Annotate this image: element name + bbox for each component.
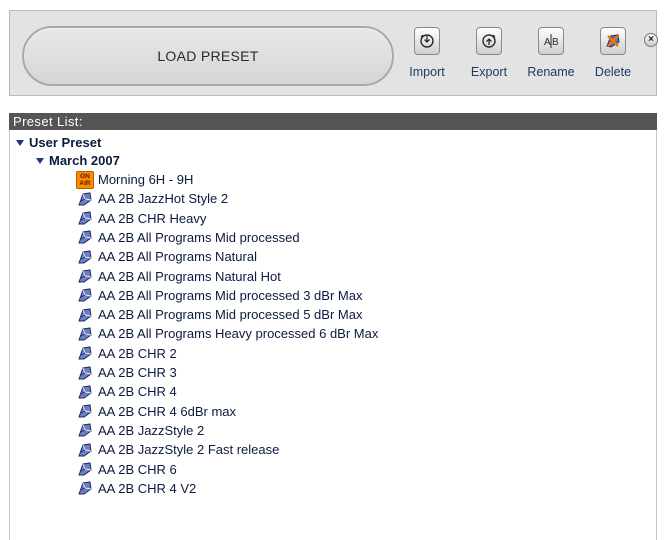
preset-icon bbox=[78, 327, 92, 341]
preset-item-label: AA 2B All Programs Mid processed 5 dBr M… bbox=[98, 307, 363, 323]
on-air-icon: ON AIR bbox=[76, 170, 94, 189]
preset-item-label: AA 2B CHR 4 6dBr max bbox=[98, 403, 236, 419]
preset-item-label: AA 2B CHR 3 bbox=[98, 365, 177, 380]
preset-icon bbox=[78, 250, 92, 264]
preset-icon bbox=[78, 423, 92, 437]
tree-root-label: User Preset bbox=[29, 135, 102, 150]
tree-folder-march-2007[interactable]: March 2007 bbox=[36, 151, 120, 170]
svg-text:B: B bbox=[552, 37, 559, 48]
preset-item-label: AA 2B All Programs Natural bbox=[98, 249, 257, 265]
preset-list-item[interactable]: AA 2B CHR 4 V2 bbox=[76, 479, 196, 498]
rename-button[interactable]: A B Rename bbox=[521, 24, 581, 94]
preset-item-label: Morning 6H - 9H bbox=[98, 172, 194, 187]
svg-text:A: A bbox=[544, 37, 551, 48]
preset-icon bbox=[78, 462, 92, 476]
rename-icon: A B bbox=[538, 27, 564, 55]
preset-list-item[interactable]: AA 2B JazzStyle 2 bbox=[76, 421, 204, 440]
preset-icon bbox=[78, 308, 92, 322]
preset-list-item[interactable]: AA 2B CHR 2 bbox=[76, 344, 177, 363]
delete-icon bbox=[600, 27, 626, 55]
load-preset-label: LOAD PRESET bbox=[157, 48, 259, 64]
preset-icon bbox=[78, 443, 92, 457]
rename-label: Rename bbox=[527, 65, 575, 79]
preset-icon bbox=[78, 365, 92, 379]
load-preset-button[interactable]: LOAD PRESET bbox=[22, 26, 394, 86]
preset-icon bbox=[78, 346, 92, 360]
preset-item-label: AA 2B CHR 6 bbox=[98, 461, 177, 477]
export-icon bbox=[476, 27, 502, 55]
toolbar: LOAD PRESET Import Export A B Rename Del… bbox=[9, 10, 658, 96]
close-button[interactable]: × bbox=[644, 33, 658, 47]
preset-list-item[interactable]: AA 2B All Programs Mid processed 5 dBr M… bbox=[76, 305, 362, 324]
preset-list-item[interactable]: AA 2B JazzHot Style 2 bbox=[76, 189, 228, 208]
preset-list-item[interactable]: AA 2B All Programs Mid processed 3 dBr M… bbox=[76, 286, 362, 305]
preset-list-item[interactable]: AA 2B CHR 3 bbox=[76, 363, 177, 382]
preset-icon bbox=[78, 192, 92, 206]
on-air-bottom-text: AIR bbox=[79, 179, 91, 187]
preset-list-item[interactable]: AA 2B CHR 4 6dBr max bbox=[76, 402, 236, 421]
export-button[interactable]: Export bbox=[459, 24, 519, 94]
preset-list-item[interactable]: AA 2B All Programs Heavy processed 6 dBr… bbox=[76, 324, 378, 343]
load-preset-panel: LOAD PRESET Import Export A B Rename Del… bbox=[0, 0, 669, 540]
on-air-top-text: ON bbox=[80, 172, 90, 180]
preset-icon bbox=[78, 269, 92, 283]
import-label: Import bbox=[409, 65, 445, 79]
preset-item-label: AA 2B All Programs Mid processed 3 dBr M… bbox=[98, 287, 363, 303]
preset-item-label: AA 2B All Programs Natural Hot bbox=[98, 268, 281, 284]
preset-list-item[interactable]: ON AIR Morning 6H - 9H bbox=[76, 170, 193, 189]
preset-list-item[interactable]: AA 2B JazzStyle 2 Fast release bbox=[76, 440, 279, 459]
preset-item-label: AA 2B CHR Heavy bbox=[98, 210, 207, 226]
tree-folder-label: March 2007 bbox=[49, 153, 120, 168]
preset-item-label: AA 2B JazzStyle 2 bbox=[98, 422, 205, 438]
preset-list-item[interactable]: AA 2B CHR 4 bbox=[76, 382, 177, 401]
preset-item-label: AA 2B CHR 4 V2 bbox=[98, 480, 197, 496]
export-label: Export bbox=[470, 65, 508, 79]
preset-list-item[interactable]: AA 2B All Programs Natural bbox=[76, 247, 257, 266]
preset-list-item[interactable]: AA 2B All Programs Natural Hot bbox=[76, 267, 281, 286]
preset-item-label: AA 2B CHR 4 bbox=[98, 384, 177, 400]
preset-icon bbox=[78, 230, 92, 244]
preset-list-item[interactable]: AA 2B All Programs Mid processed bbox=[76, 228, 300, 247]
preset-item-label: AA 2B All Programs Mid processed bbox=[98, 229, 300, 245]
preset-list-item[interactable]: AA 2B CHR 6 bbox=[76, 460, 177, 479]
preset-item-label: AA 2B All Programs Heavy processed 6 dBr… bbox=[98, 326, 379, 342]
import-button[interactable]: Import bbox=[397, 24, 457, 94]
expand-arrow-icon[interactable] bbox=[36, 157, 44, 164]
preset-item-label: AA 2B CHR 2 bbox=[98, 345, 177, 361]
preset-list-header: Preset List: bbox=[9, 113, 657, 130]
toolbar-buttons: Import Export A B Rename Delete bbox=[393, 24, 645, 94]
preset-icon bbox=[78, 288, 92, 302]
preset-icon bbox=[78, 385, 92, 399]
expand-arrow-icon[interactable] bbox=[16, 139, 24, 146]
preset-list-item[interactable]: AA 2B CHR Heavy bbox=[76, 209, 206, 228]
preset-icon bbox=[78, 481, 92, 495]
tree-root-user-preset[interactable]: User Preset bbox=[16, 133, 101, 152]
preset-icon bbox=[78, 211, 92, 225]
preset-icon bbox=[78, 404, 92, 418]
preset-item-label: AA 2B JazzStyle 2 Fast release bbox=[98, 442, 280, 458]
import-icon bbox=[414, 27, 440, 55]
close-icon: × bbox=[648, 34, 654, 45]
preset-list: User Preset March 2007 ON AIR Morning 6H -… bbox=[9, 130, 657, 540]
preset-item-label: AA 2B JazzHot Style 2 bbox=[98, 191, 229, 207]
delete-button[interactable]: Delete bbox=[583, 24, 643, 94]
delete-label: Delete bbox=[594, 65, 632, 79]
